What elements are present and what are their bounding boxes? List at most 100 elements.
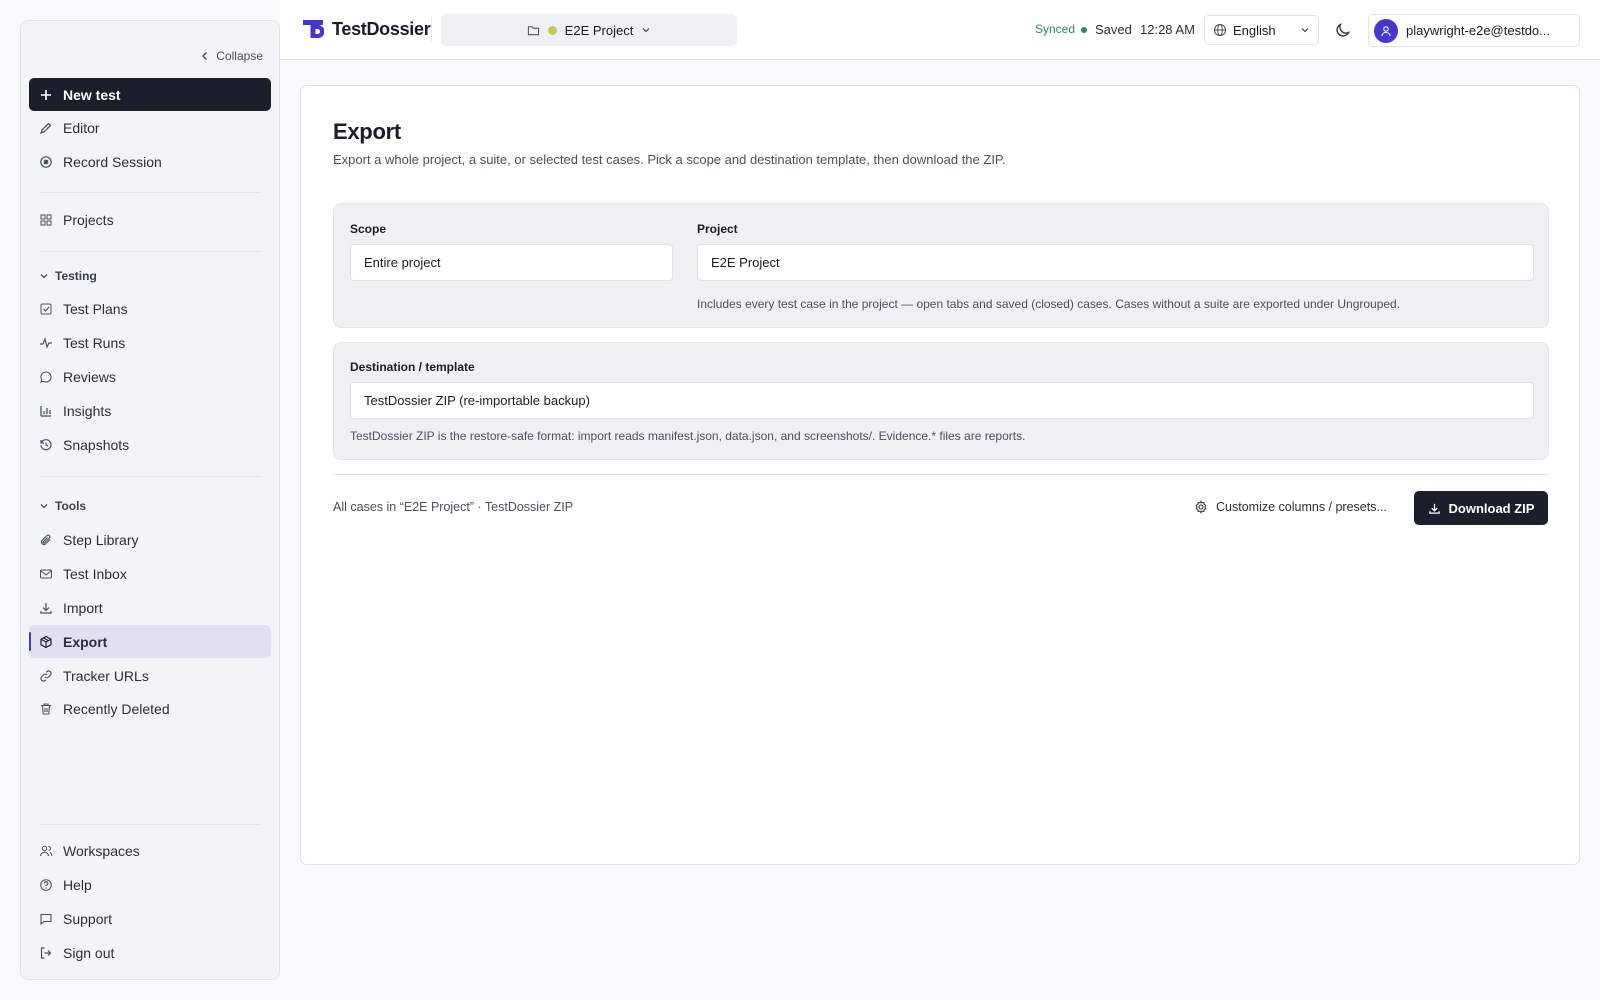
customize-label: Customize columns / presets... (1216, 500, 1387, 514)
sidebar-item-insights[interactable]: Insights (29, 394, 271, 427)
section-heading: Tools (55, 499, 87, 513)
sidebar-item-reviews[interactable]: Reviews (29, 360, 271, 393)
download-icon (1428, 503, 1440, 514)
export-summary: All cases in “E2E Project” · TestDossier… (333, 500, 574, 514)
section-heading: Testing (55, 269, 97, 283)
sidebar-item-test-plans[interactable]: Test Plans (29, 292, 271, 325)
language-select[interactable]: English (1204, 15, 1319, 45)
sidebar-item-label: Tracker URLs (63, 667, 149, 684)
scope-panel: Scope Entire project Project E2E Project… (333, 203, 1549, 328)
language-value: English (1233, 22, 1276, 38)
message-square-icon (40, 913, 52, 925)
collapse-button[interactable]: Collapse (200, 49, 263, 63)
divider (39, 824, 261, 825)
package-icon (40, 635, 52, 648)
folder-icon (527, 25, 539, 35)
sidebar-item-projects[interactable]: Projects (29, 203, 271, 236)
sidebar-item-sign-out[interactable]: Sign out (29, 936, 271, 969)
theme-toggle-button[interactable] (1332, 19, 1354, 41)
sidebar-item-label: Editor (63, 119, 100, 136)
sidebar-item-workspaces[interactable]: Workspaces (29, 834, 271, 867)
log-out-icon (40, 946, 52, 959)
sidebar-item-label: Snapshots (63, 436, 130, 453)
testdossier-logo-icon (303, 20, 324, 38)
destination-label: Destination / template (350, 360, 475, 374)
customize-columns-button[interactable]: Customize columns / presets... (1194, 500, 1387, 514)
sidebar-item-help[interactable]: Help (29, 868, 271, 901)
sidebar-item-label: Test Runs (63, 334, 126, 351)
pencil-icon (40, 122, 52, 134)
project-status-dot (547, 25, 557, 35)
project-hint: Includes every test case in the project … (697, 297, 1401, 311)
sidebar-item-label: Workspaces (63, 842, 140, 859)
section-tools[interactable]: Tools (39, 499, 86, 513)
divider (333, 474, 1549, 475)
section-testing[interactable]: Testing (39, 269, 97, 283)
chevron-left-icon (202, 52, 208, 60)
new-test-label: New test (63, 86, 121, 103)
sidebar-item-support[interactable]: Support (29, 902, 271, 935)
sidebar-item-editor[interactable]: Editor (29, 111, 271, 144)
project-label: Project (697, 222, 738, 236)
sidebar-item-label: Test Plans (63, 300, 128, 317)
sidebar-item-test-inbox[interactable]: Test Inbox (29, 557, 271, 590)
divider (39, 476, 261, 477)
divider (39, 251, 261, 252)
users-icon (40, 845, 53, 856)
export-card: Export Export a whole project, a suite, … (300, 85, 1580, 865)
grid-icon (40, 214, 52, 225)
app-name: TestDossier (332, 18, 431, 39)
chevron-down-icon (40, 504, 48, 509)
scope-select[interactable]: Entire project (350, 244, 673, 281)
mail-icon (40, 569, 52, 578)
sidebar-item-label: Help (63, 876, 92, 893)
sidebar-item-snapshots[interactable]: Snapshots (29, 428, 271, 461)
chevron-down-icon (1301, 28, 1309, 33)
project-value: E2E Project (711, 255, 780, 270)
sidebar-item-label: Export (63, 633, 108, 650)
sidebar-item-step-library[interactable]: Step Library (29, 523, 271, 556)
page-subtitle: Export a whole project, a suite, or sele… (333, 152, 1006, 167)
sync-indicator-dot (1081, 27, 1087, 33)
destination-select[interactable]: TestDossier ZIP (re-importable backup) (350, 382, 1534, 419)
sidebar-item-label: Sign out (63, 944, 115, 961)
checkbox-icon (40, 303, 52, 314)
link-icon (40, 669, 52, 682)
sidebar-item-label: Support (63, 910, 113, 927)
page-title: Export (333, 119, 401, 144)
sidebar-item-label: Recently Deleted (63, 700, 170, 717)
message-circle-icon (40, 370, 52, 383)
sidebar-item-record-session[interactable]: Record Session (29, 145, 271, 178)
avatar (1374, 18, 1398, 43)
chevron-down-icon (40, 274, 48, 279)
user-menu[interactable]: playwright-e2e@testdo... (1368, 14, 1580, 47)
download-label: Download ZIP (1448, 500, 1535, 516)
app-logo[interactable]: TestDossier (302, 18, 431, 40)
project-select[interactable]: E2E Project (697, 244, 1534, 281)
sidebar-item-export[interactable]: Export (29, 625, 271, 658)
sidebar-item-label: Import (63, 599, 103, 616)
project-switcher[interactable]: E2E Project (441, 14, 737, 46)
history-icon (40, 438, 52, 450)
sidebar-item-label: Reviews (63, 368, 116, 385)
project-name: E2E Project (564, 22, 634, 38)
destination-value: TestDossier ZIP (re-importable backup) (364, 393, 590, 408)
sidebar: Collapse New test Editor Record Session … (20, 20, 280, 980)
destination-hint: TestDossier ZIP is the restore-safe form… (350, 429, 1026, 443)
sidebar-item-recently-deleted[interactable]: Recently Deleted (29, 692, 271, 725)
new-test-button[interactable]: New test (29, 78, 271, 111)
sidebar-item-label: Projects (63, 211, 114, 228)
download-icon (40, 602, 52, 614)
sidebar-item-test-runs[interactable]: Test Runs (29, 326, 271, 359)
download-zip-button[interactable]: Download ZIP (1414, 491, 1548, 525)
bar-chart-icon (40, 405, 51, 417)
destination-panel: Destination / template TestDossier ZIP (… (333, 342, 1549, 460)
globe-icon (1214, 24, 1226, 36)
sidebar-item-label: Test Inbox (63, 565, 127, 582)
sidebar-item-tracker-urls[interactable]: Tracker URLs (29, 659, 271, 692)
help-circle-icon (40, 878, 52, 891)
activity-icon (40, 336, 52, 349)
sidebar-item-label: Step Library (63, 531, 139, 548)
sidebar-item-import[interactable]: Import (29, 591, 271, 624)
saved-time: 12:28 AM (1140, 22, 1195, 37)
